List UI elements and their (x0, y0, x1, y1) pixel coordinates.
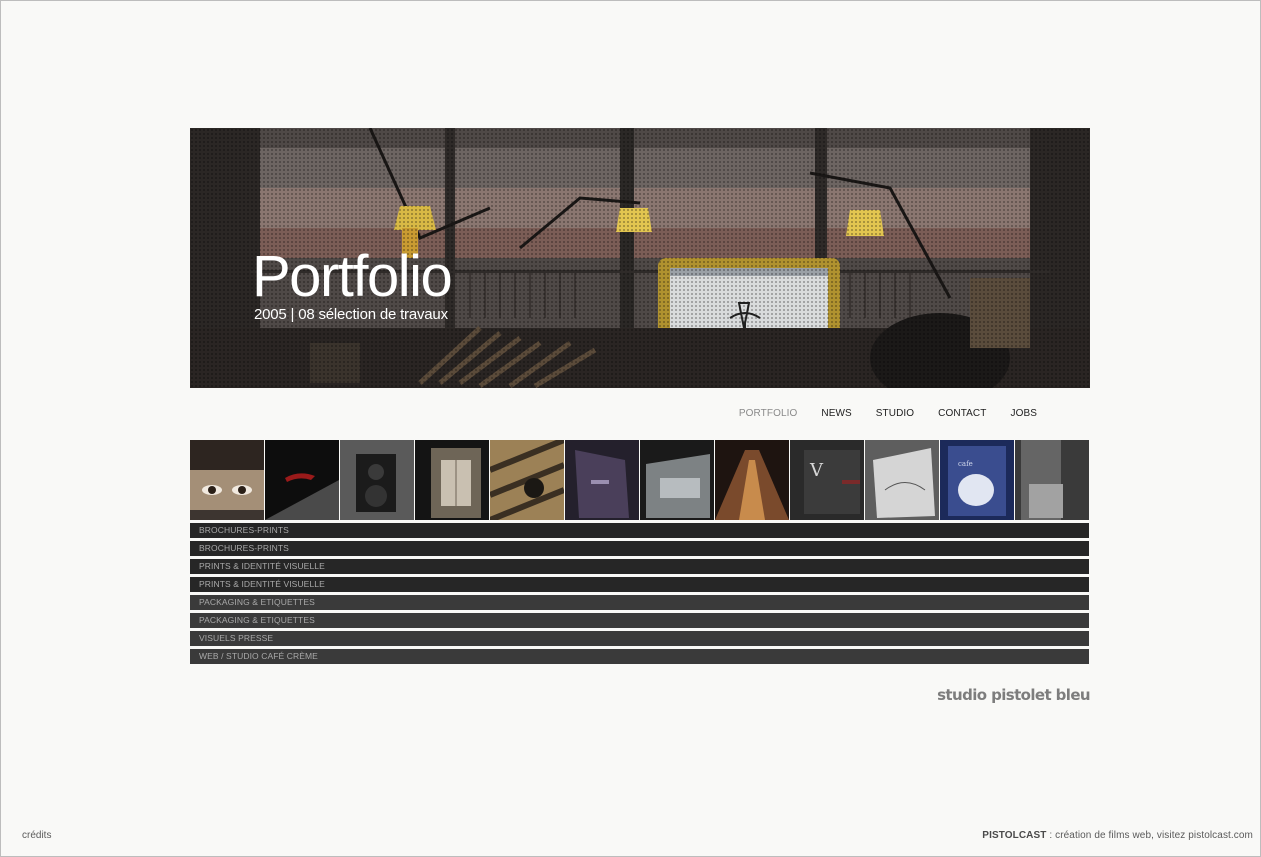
studio-logo: studio pistolet bleu (937, 686, 1091, 704)
thumbnail-blue-brochure[interactable]: cafe (940, 440, 1014, 520)
nav-item-portfolio[interactable]: PORTFOLIO (739, 408, 798, 419)
category-item[interactable]: VISUELS PRESSE (190, 631, 1089, 646)
category-item[interactable]: PRINTS & IDENTITÉ VISUELLE (190, 577, 1089, 592)
thumbnail-gold-brochure[interactable] (490, 440, 564, 520)
footer-text: PISTOLCAST : création de films web, visi… (982, 830, 1253, 841)
page-title: Portfolio (252, 244, 453, 309)
thumbnail-white-fold[interactable] (865, 440, 939, 520)
category-list: BROCHURES-PRINTS BROCHURES-PRINTS PRINTS… (190, 523, 1089, 667)
category-item[interactable]: PACKAGING & ETIQUETTES (190, 595, 1089, 610)
main-nav: PORTFOLIO NEWS STUDIO CONTACT JOBS (739, 408, 1037, 419)
thumbnail-grey-stationery[interactable] (1015, 440, 1089, 520)
footer-brand[interactable]: PISTOLCAST (982, 830, 1046, 841)
thumbnail-v-logo[interactable]: V (790, 440, 864, 520)
credits-link[interactable]: crédits (22, 830, 51, 841)
thumbnail-eyes[interactable] (190, 440, 264, 520)
thumbnail-speaker[interactable] (340, 440, 414, 520)
category-item[interactable]: BROCHURES-PRINTS (190, 523, 1089, 538)
nav-item-jobs[interactable]: JOBS (1010, 408, 1037, 419)
nav-item-news[interactable]: NEWS (821, 408, 851, 419)
category-item[interactable]: PACKAGING & ETIQUETTES (190, 613, 1089, 628)
thumbnail-purple-cover[interactable] (565, 440, 639, 520)
thumbnail-cellar[interactable] (715, 440, 789, 520)
svg-text:V: V (809, 460, 824, 481)
thumbnail-grey-booklet[interactable] (640, 440, 714, 520)
nav-item-studio[interactable]: STUDIO (876, 408, 914, 419)
nav-item-contact[interactable]: CONTACT (938, 408, 986, 419)
hero-banner: Portfolio 2005 | 08 sélection de travaux (190, 128, 1090, 388)
category-item[interactable]: PRINTS & IDENTITÉ VISUELLE (190, 559, 1089, 574)
category-item[interactable]: WEB / STUDIO CAFÉ CRÈME (190, 649, 1089, 664)
footer-tagline: : création de films web, visitez pistolc… (1046, 830, 1253, 841)
page-subtitle: 2005 | 08 sélection de travaux (254, 306, 448, 323)
thumbnail-strip: V cafe (190, 440, 1090, 520)
category-item[interactable]: BROCHURES-PRINTS (190, 541, 1089, 556)
thumbnail-red-car[interactable] (265, 440, 339, 520)
thumbnail-window-doc[interactable] (415, 440, 489, 520)
svg-text:cafe: cafe (958, 460, 973, 468)
